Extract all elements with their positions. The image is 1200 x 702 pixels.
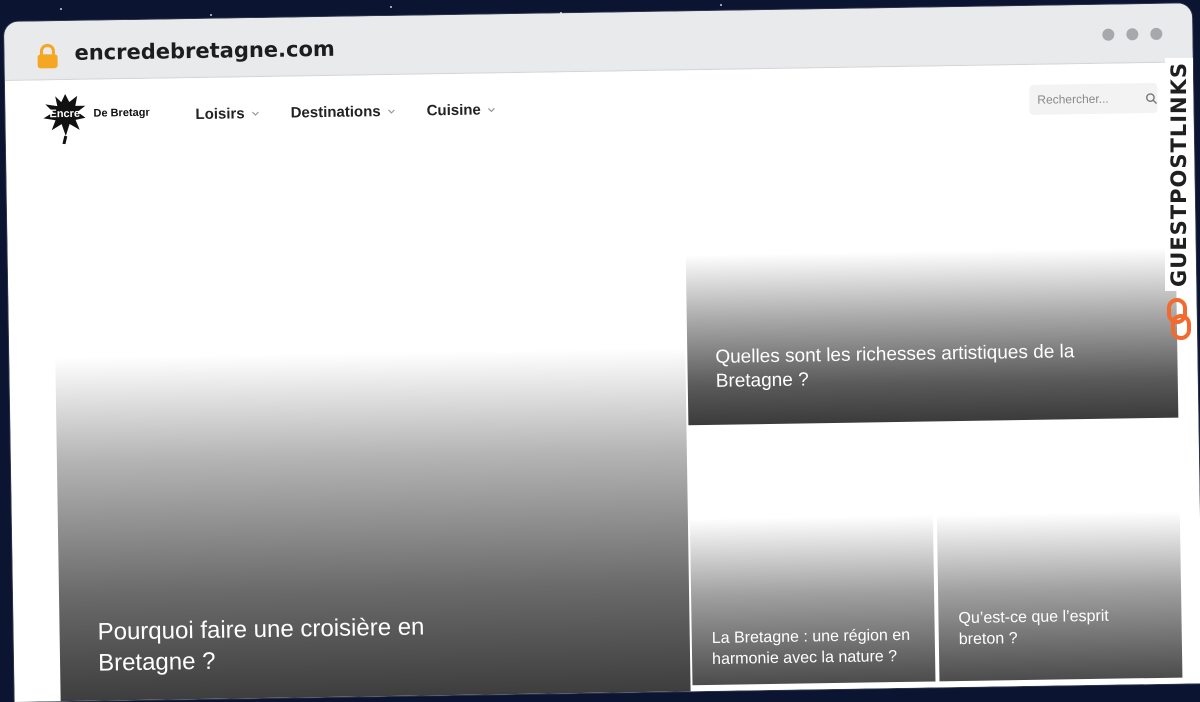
window-dot-icon[interactable]	[1150, 27, 1163, 40]
window-dot-icon[interactable]	[1126, 28, 1139, 41]
nav-item-cuisine[interactable]: Cuisine	[427, 101, 497, 119]
article-card[interactable]: Quelles sont les richesses artistiques d…	[684, 155, 1179, 426]
chevron-down-icon	[388, 108, 396, 114]
featured-article-card[interactable]: Pourquoi faire une croisière en Bretagne…	[52, 153, 691, 702]
article-card[interactable]: La Bretagne : une région en harmonie ave…	[688, 425, 936, 686]
window-controls	[1102, 27, 1163, 41]
nav-item-label: Destinations	[290, 103, 381, 122]
article-card[interactable]: Qu’est-ce que l’esprit breton ?	[935, 421, 1183, 682]
site-logo[interactable]: Encre De Bretagne	[37, 89, 150, 145]
article-title[interactable]: La Bretagne : une région en harmonie ave…	[712, 626, 923, 671]
url-text[interactable]: encredebretagne.com	[74, 37, 335, 65]
nav-item-destinations[interactable]: Destinations	[291, 103, 397, 122]
nav-item-loisirs[interactable]: Loisirs	[195, 105, 260, 123]
main-nav: Loisirs Destinations Cuisine	[195, 101, 497, 123]
nav-item-label: Cuisine	[426, 101, 481, 120]
nav-item-label: Loisirs	[195, 105, 245, 124]
search-box	[1029, 82, 1158, 115]
guestpostlinks-watermark: GUESTPOSTLINKS	[1164, 58, 1194, 358]
logo-text-main: Encre	[49, 108, 80, 120]
article-title[interactable]: Quelles sont les richesses artistiques d…	[715, 339, 1116, 395]
chevron-down-icon	[488, 107, 496, 112]
article-grid: Pourquoi faire une croisière en Bretagne…	[6, 135, 1200, 702]
article-title[interactable]: Pourquoi faire une croisière en Bretagne…	[97, 610, 478, 678]
logo-text-sub: De Bretagne	[93, 107, 150, 120]
chevron-down-icon	[252, 111, 260, 116]
search-icon[interactable]	[1145, 91, 1157, 104]
article-title[interactable]: Qu’est-ce que l’esprit breton ?	[958, 607, 1149, 652]
search-input[interactable]	[1029, 91, 1142, 107]
lock-icon	[37, 43, 58, 69]
browser-window: encredebretagne.com Encre De Bretagne Lo…	[4, 3, 1200, 702]
window-dot-icon[interactable]	[1102, 28, 1115, 41]
watermark-text: GUESTPOSTLINKS	[1165, 58, 1193, 291]
link-chain-icon	[1167, 297, 1191, 340]
